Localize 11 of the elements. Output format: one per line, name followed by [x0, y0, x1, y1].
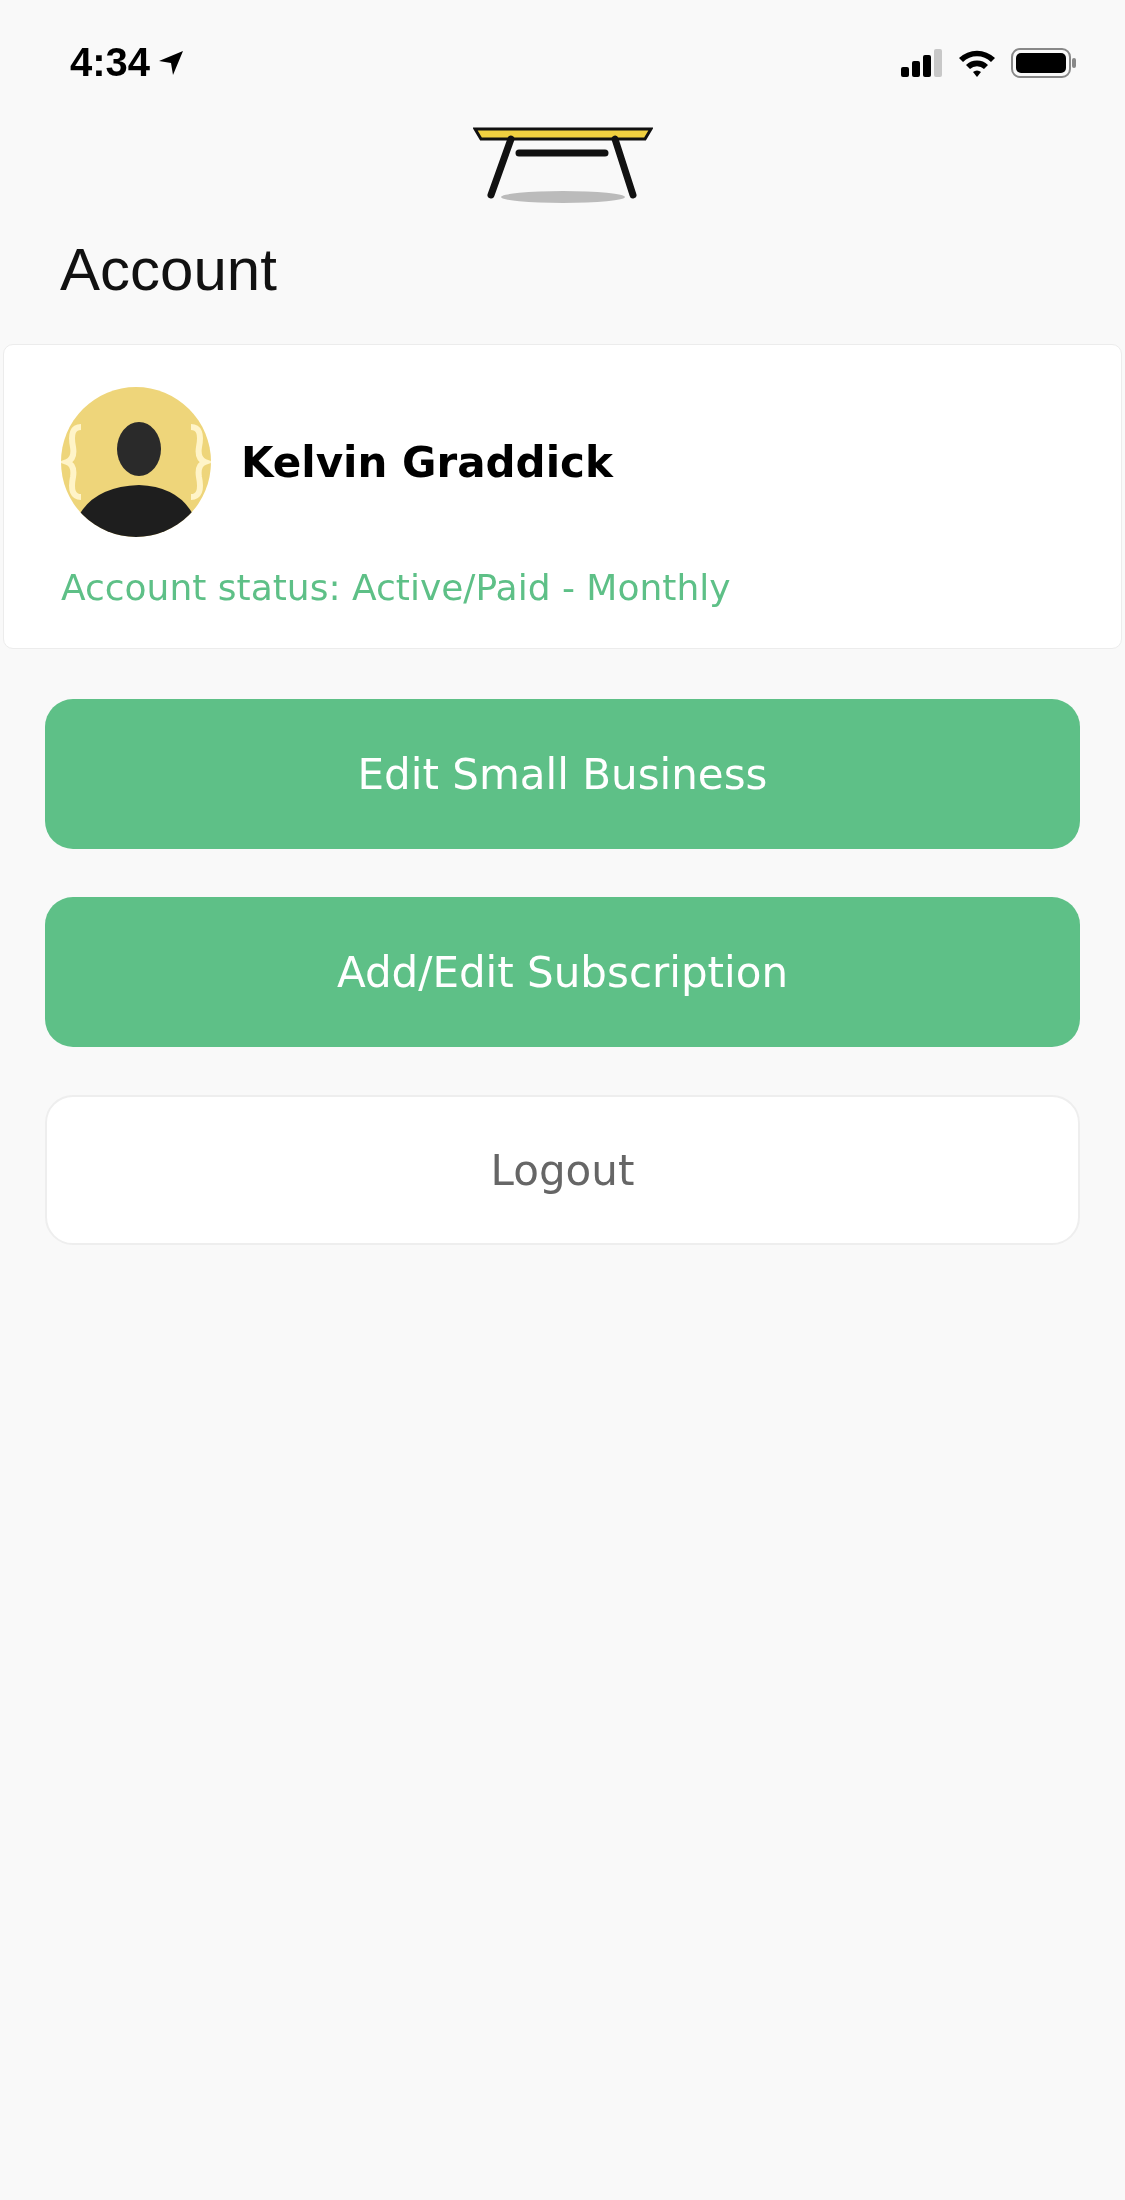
- action-button[interactable]: Add/Edit Subscription: [45, 897, 1080, 1047]
- logout-button[interactable]: Logout: [45, 1095, 1080, 1245]
- page-title: Account: [60, 235, 278, 304]
- signal-icon: [901, 48, 943, 77]
- bench-logo-icon: [472, 125, 653, 205]
- action-button[interactable]: Edit Small Business: [45, 699, 1080, 849]
- location-arrow-icon: [158, 49, 185, 76]
- user-name: Kelvin Graddick: [241, 437, 613, 487]
- status-time: 4:34: [70, 40, 151, 85]
- battery-icon: [1011, 47, 1077, 78]
- account-status: Account status: Active/Paid - Monthly: [61, 567, 732, 608]
